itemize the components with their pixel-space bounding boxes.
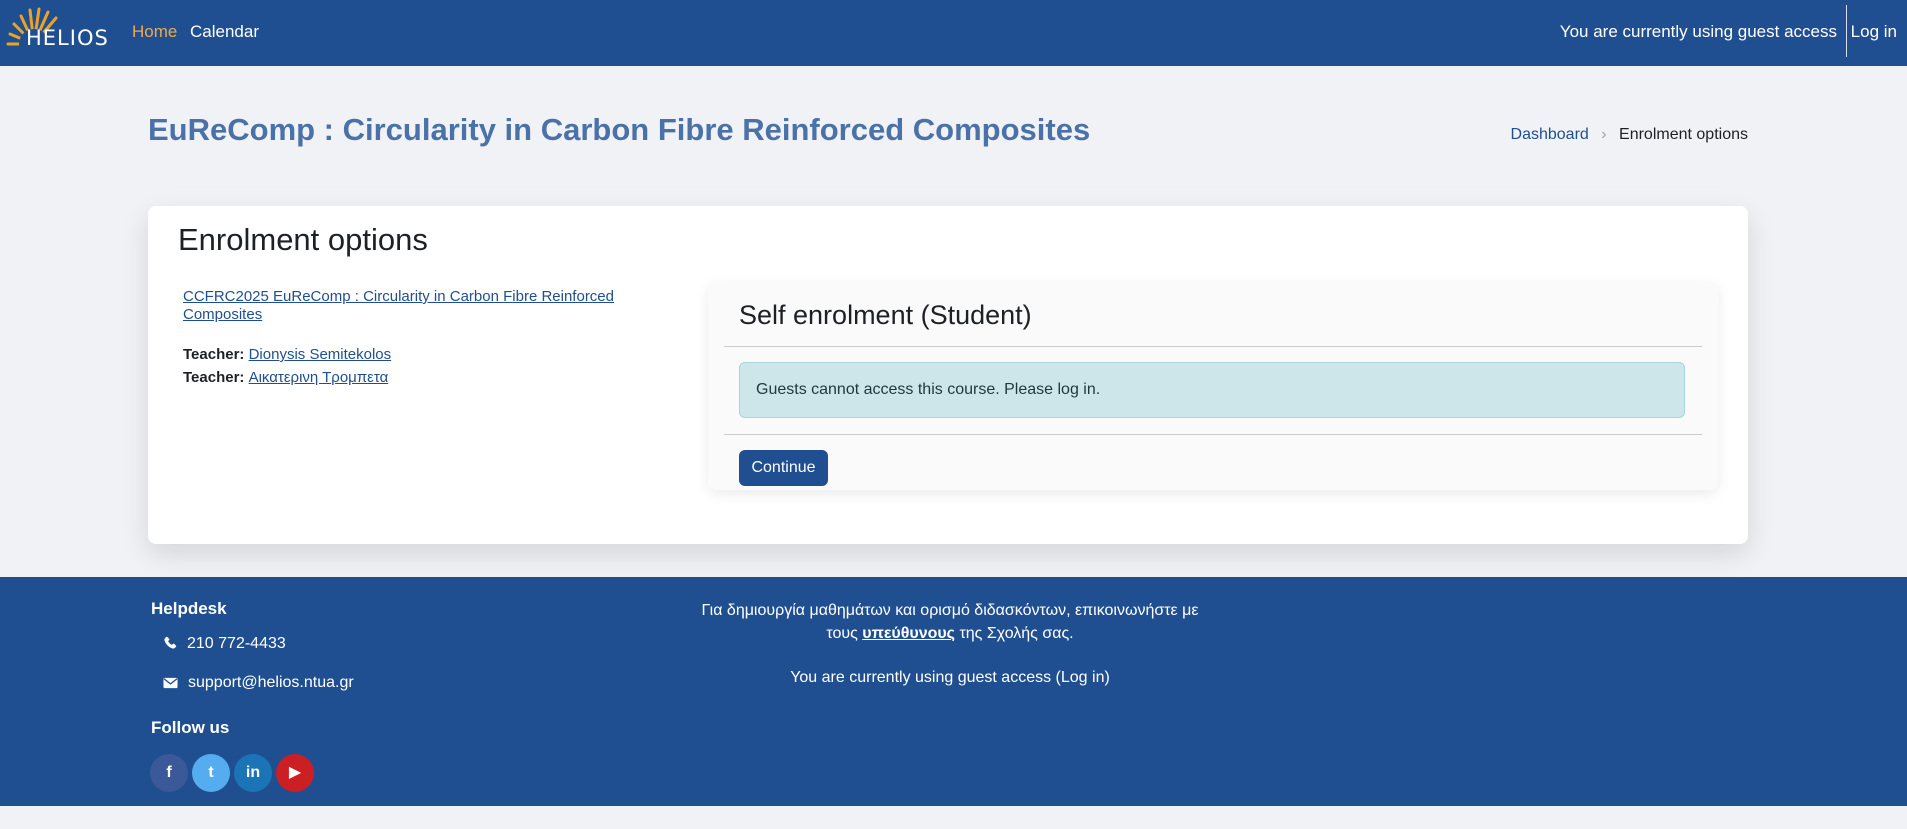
divider [724,434,1702,435]
youtube-icon[interactable]: ▶ [276,754,314,792]
teacher-role-label: Teacher: [183,369,245,386]
teacher-entry: Teacher: Dionysis Semitekolos [183,346,391,363]
nav-divider [1846,5,1847,57]
section-heading: Enrolment options [178,222,428,257]
footer-guest-text: You are currently using guest access [790,669,1052,686]
breadcrumb-current: Enrolment options [1619,126,1748,143]
email-contact: support@helios.ntua.gr [163,674,354,692]
teacher-role-label: Teacher: [183,346,245,363]
linkedin-icon[interactable]: in [234,754,272,792]
alert-text: Guests cannot access this course. Please… [756,381,1101,398]
info-text-end: της Σχολής σας. [959,625,1074,642]
twitter-icon[interactable]: t [192,754,230,792]
facebook-icon[interactable]: f [150,754,188,792]
helpdesk-heading: Helpdesk [151,599,227,618]
continue-button[interactable]: Continue [739,450,828,486]
info-alert: Guests cannot access this course. Please… [739,362,1685,418]
contacts-link[interactable]: υπεύθυνους [862,625,955,642]
email-address[interactable]: support@helios.ntua.gr [188,674,354,691]
follow-us-heading: Follow us [151,718,230,737]
course-creation-info: Για δημιουργία μαθημάτων και ορισμό διδα… [690,599,1210,645]
enrolment-card: Enrolment options CCFRC2025 EuReComp : C… [148,206,1748,544]
footer: Helpdesk 210 772-4433 support@helios.ntu… [0,577,1907,806]
chevron-right-icon: › [1601,126,1607,143]
breadcrumb: Dashboard › Enrolment options [1511,126,1748,144]
nav-home-link[interactable]: Home [132,22,177,42]
course-link[interactable]: CCFRC2025 EuReComp : Circularity in Carb… [183,288,643,324]
self-enrolment-panel: Self enrolment (Student) Guests cannot a… [708,282,1718,490]
phone-icon [164,636,177,649]
logo-text: HELIOS [26,26,109,50]
divider [724,346,1702,347]
page-title: EuReComp : Circularity in Carbon Fibre R… [148,112,1091,147]
helios-logo[interactable]: HELIOS [4,4,108,60]
teacher-link[interactable]: Dionysis Semitekolos [249,346,392,363]
guest-access-notice: You are currently using guest access [1559,22,1837,41]
phone-contact: 210 772-4433 [163,635,286,653]
teacher-link[interactable]: Αικατερινη Τρομπετα [249,369,389,386]
phone-number: 210 772-4433 [187,635,286,652]
login-link[interactable]: Log in [1851,22,1897,42]
envelope-icon [163,677,178,689]
teacher-entry: Teacher: Αικατερινη Τρομπετα [183,369,388,386]
bottom-band [0,806,1907,829]
footer-guest-notice: You are currently using guest access (Lo… [690,669,1210,687]
top-navbar: HELIOS Home Calendar You are currently u… [0,0,1907,66]
breadcrumb-dashboard[interactable]: Dashboard [1511,126,1589,143]
nav-calendar-link[interactable]: Calendar [190,22,259,42]
enrolment-method-title: Self enrolment (Student) [739,300,1032,330]
footer-login-link[interactable]: (Log in) [1056,669,1110,686]
